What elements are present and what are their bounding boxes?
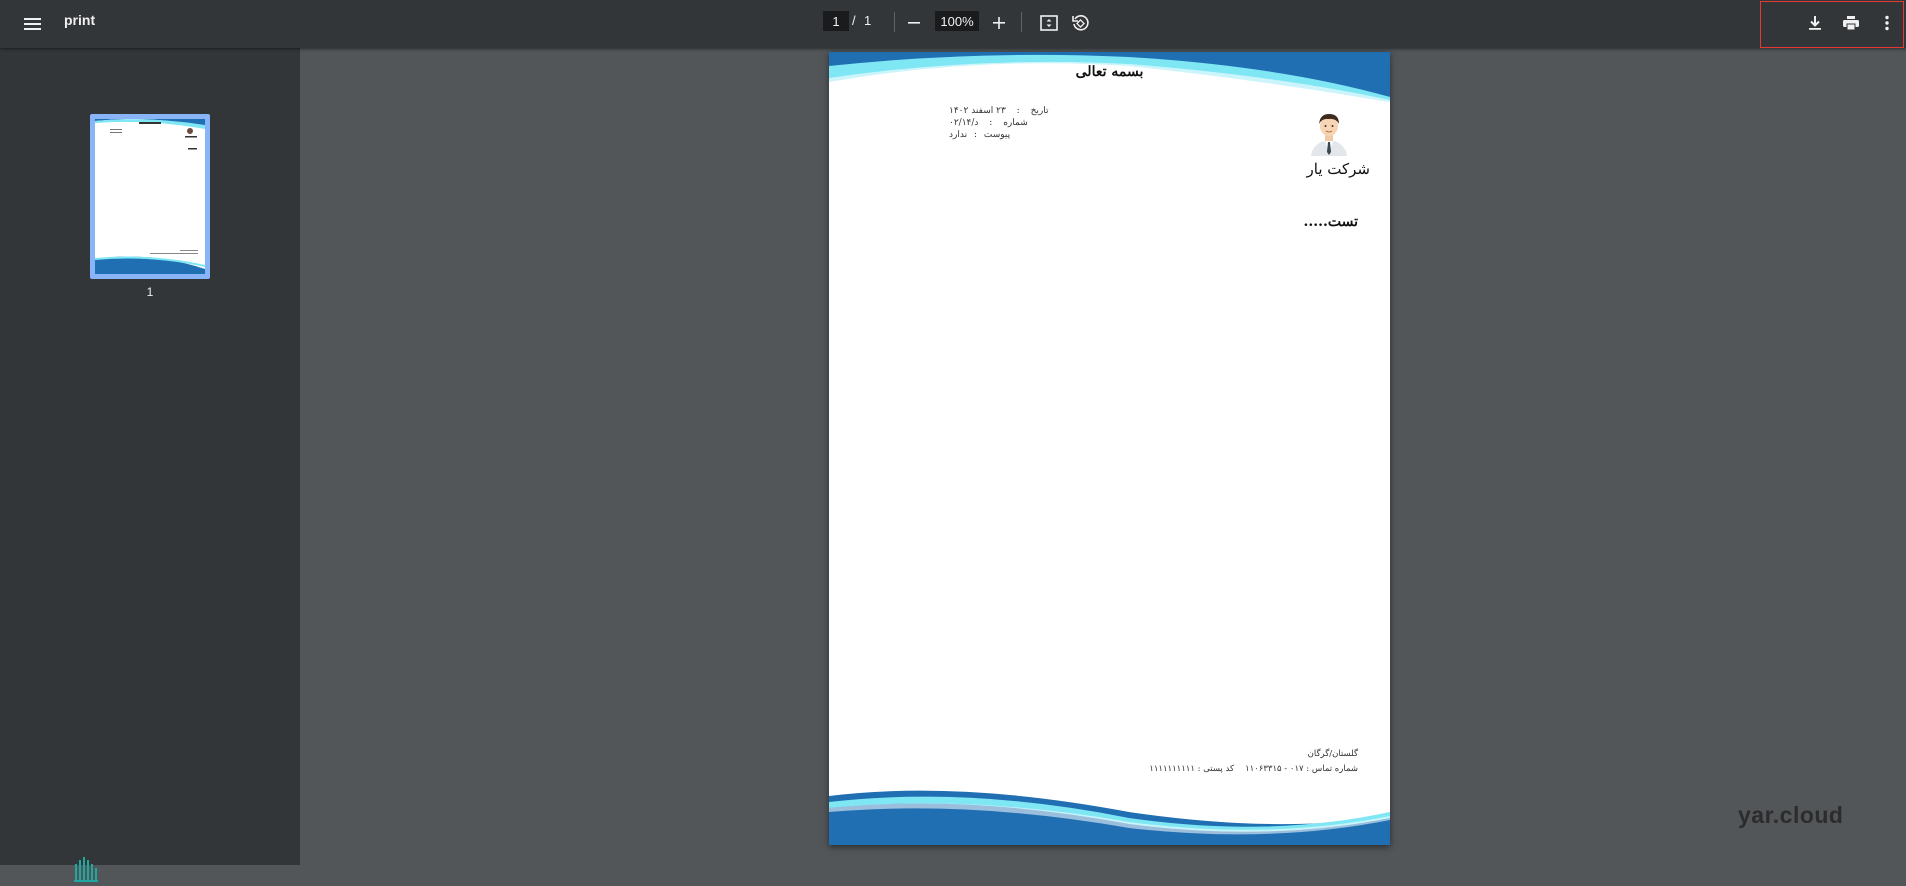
more-options-button[interactable] xyxy=(1872,8,1902,38)
zoom-out-button[interactable] xyxy=(899,8,929,38)
minus-icon xyxy=(908,22,920,24)
total-pages: 1 xyxy=(864,13,872,28)
meta-attachment-value: ندارد xyxy=(949,130,968,140)
meta-number-label: شماره xyxy=(1003,118,1028,128)
company-avatar xyxy=(1311,114,1347,156)
thumbnail-page-number: 1 xyxy=(146,285,154,299)
company-name: شرکت یار xyxy=(1306,160,1370,178)
more-vert-icon xyxy=(1885,15,1889,31)
rotate-icon xyxy=(1072,15,1089,31)
meta-number: شماره : د/۰۲/۱۴ xyxy=(949,118,1028,128)
sidebar-logo-icon xyxy=(74,856,98,886)
meta-date-label: تاریخ xyxy=(1030,106,1049,116)
meta-attachment-label: پیوست xyxy=(983,130,1011,140)
body-text: تست..... xyxy=(1303,214,1358,230)
page-thumbnail[interactable] xyxy=(90,114,210,279)
zoom-input[interactable] xyxy=(935,11,979,31)
download-icon xyxy=(1809,16,1821,30)
meta-attachment: پیوست : ندارد xyxy=(949,130,1010,140)
page-separator: / xyxy=(852,13,856,28)
toolbar-divider xyxy=(1021,12,1022,32)
watermark-brand: yar.cloud xyxy=(1738,802,1844,828)
thumbnail-sidebar: 1 xyxy=(0,48,300,882)
meta-number-value: د/۰۲/۱۴ xyxy=(949,118,979,128)
pdf-toolbar: print / 1 xyxy=(0,0,1906,48)
rotate-button[interactable] xyxy=(1065,8,1095,38)
meta-attachment-sep: : xyxy=(973,130,978,140)
current-page-input[interactable] xyxy=(823,11,849,31)
fit-page-icon xyxy=(1040,15,1058,31)
plus-icon xyxy=(993,17,1005,29)
meta-number-sep: : xyxy=(989,118,993,128)
footer-wave xyxy=(829,790,1390,845)
zoom-in-button[interactable] xyxy=(984,8,1014,38)
meta-date-sep: : xyxy=(1016,106,1020,116)
pdf-page: بسمه تعالی تاریخ : ۲۳ اسفند ۱۴۰۲ شماره :… xyxy=(829,52,1390,845)
print-button[interactable] xyxy=(1836,8,1866,38)
thumbnail-preview xyxy=(95,119,205,274)
meta-date: تاریخ : ۲۳ اسفند ۱۴۰۲ xyxy=(949,106,1049,116)
fit-to-page-button[interactable] xyxy=(1034,8,1064,38)
download-button[interactable] xyxy=(1800,8,1830,38)
meta-date-value: ۲۳ اسفند ۱۴۰۲ xyxy=(949,106,1006,116)
document-title: print xyxy=(64,12,96,28)
printer-icon xyxy=(1843,16,1859,31)
footer-address: گلستان/گرگان xyxy=(1307,749,1358,759)
menu-icon[interactable] xyxy=(20,11,46,37)
footer-phone: شماره تماس : ۰۱۷ - ۱۱۰۶۳۳۱۵ xyxy=(1245,764,1358,774)
document-heading: بسمه تعالی xyxy=(1075,64,1144,80)
toolbar-divider xyxy=(894,12,895,32)
footer-postal-code: کد پستی : ۱۱۱۱۱۱۱۱۱۱ xyxy=(1149,764,1234,774)
